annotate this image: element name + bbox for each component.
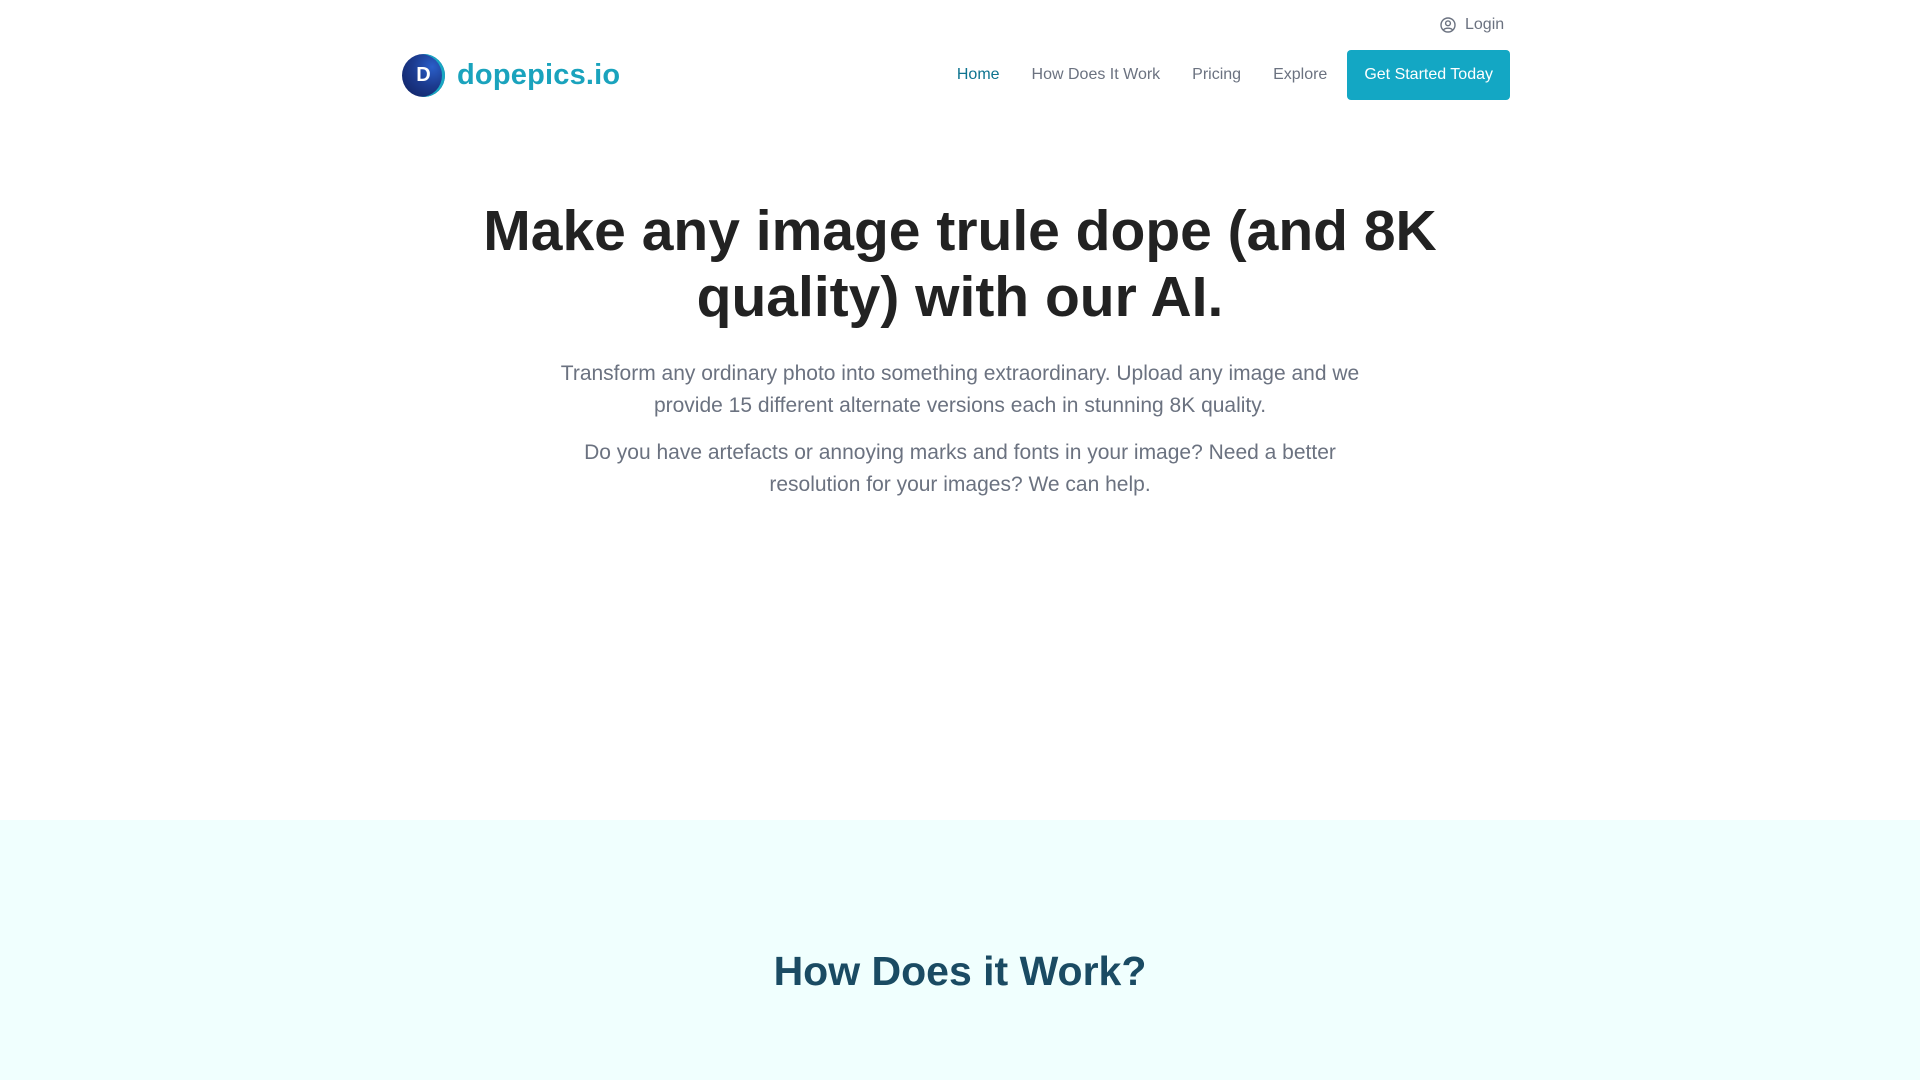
page: Login D dopepics.io Home How Does It Wor… (0, 0, 1920, 1080)
how-it-works-title: How Does it Work? (773, 948, 1147, 994)
nav-explore[interactable]: Explore (1273, 66, 1327, 84)
hero-section: Make any image trule dope (and 8K qualit… (0, 198, 1920, 501)
nav-pricing[interactable]: Pricing (1192, 66, 1241, 84)
brand-link[interactable]: D dopepics.io (402, 53, 621, 97)
main-nav: Home How Does It Work Pricing Explore Ge… (925, 50, 1510, 100)
site-header: D dopepics.io Home How Does It Work Pric… (402, 50, 1510, 100)
nav-how-does-it-work[interactable]: How Does It Work (1032, 66, 1161, 84)
hero-paragraph-1: Transform any ordinary photo into someth… (560, 362, 1360, 417)
brand-logo: D (402, 53, 445, 97)
login-link[interactable]: Login (1440, 16, 1504, 34)
how-it-works-section: How Does it Work? (0, 820, 1920, 1080)
brand-logo-letter: D (416, 63, 431, 86)
user-circle-icon (1440, 17, 1456, 33)
brand-name: dopepics.io (457, 58, 621, 91)
get-started-button[interactable]: Get Started Today (1347, 50, 1510, 100)
nav-home[interactable]: Home (957, 66, 1000, 84)
hero-paragraph-2: Do you have artefacts or annoying marks … (584, 441, 1336, 496)
login-label: Login (1465, 16, 1505, 33)
hero-title: Make any image trule dope (and 8K qualit… (483, 199, 1437, 329)
